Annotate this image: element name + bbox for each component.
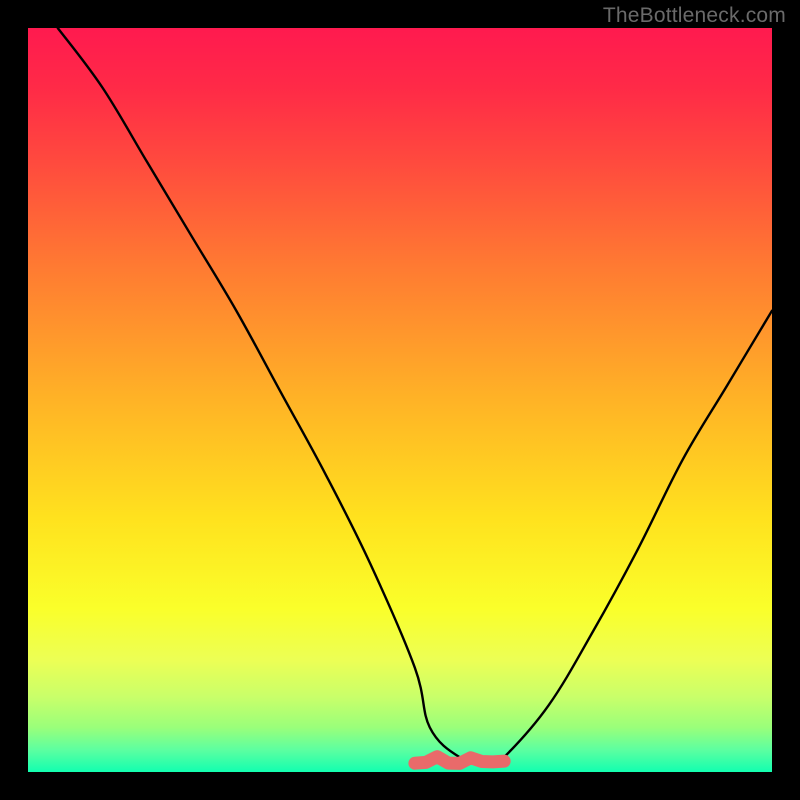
chart-background-gradient — [28, 28, 772, 772]
chart-frame — [28, 28, 772, 772]
attribution-text: TheBottleneck.com — [603, 4, 786, 28]
